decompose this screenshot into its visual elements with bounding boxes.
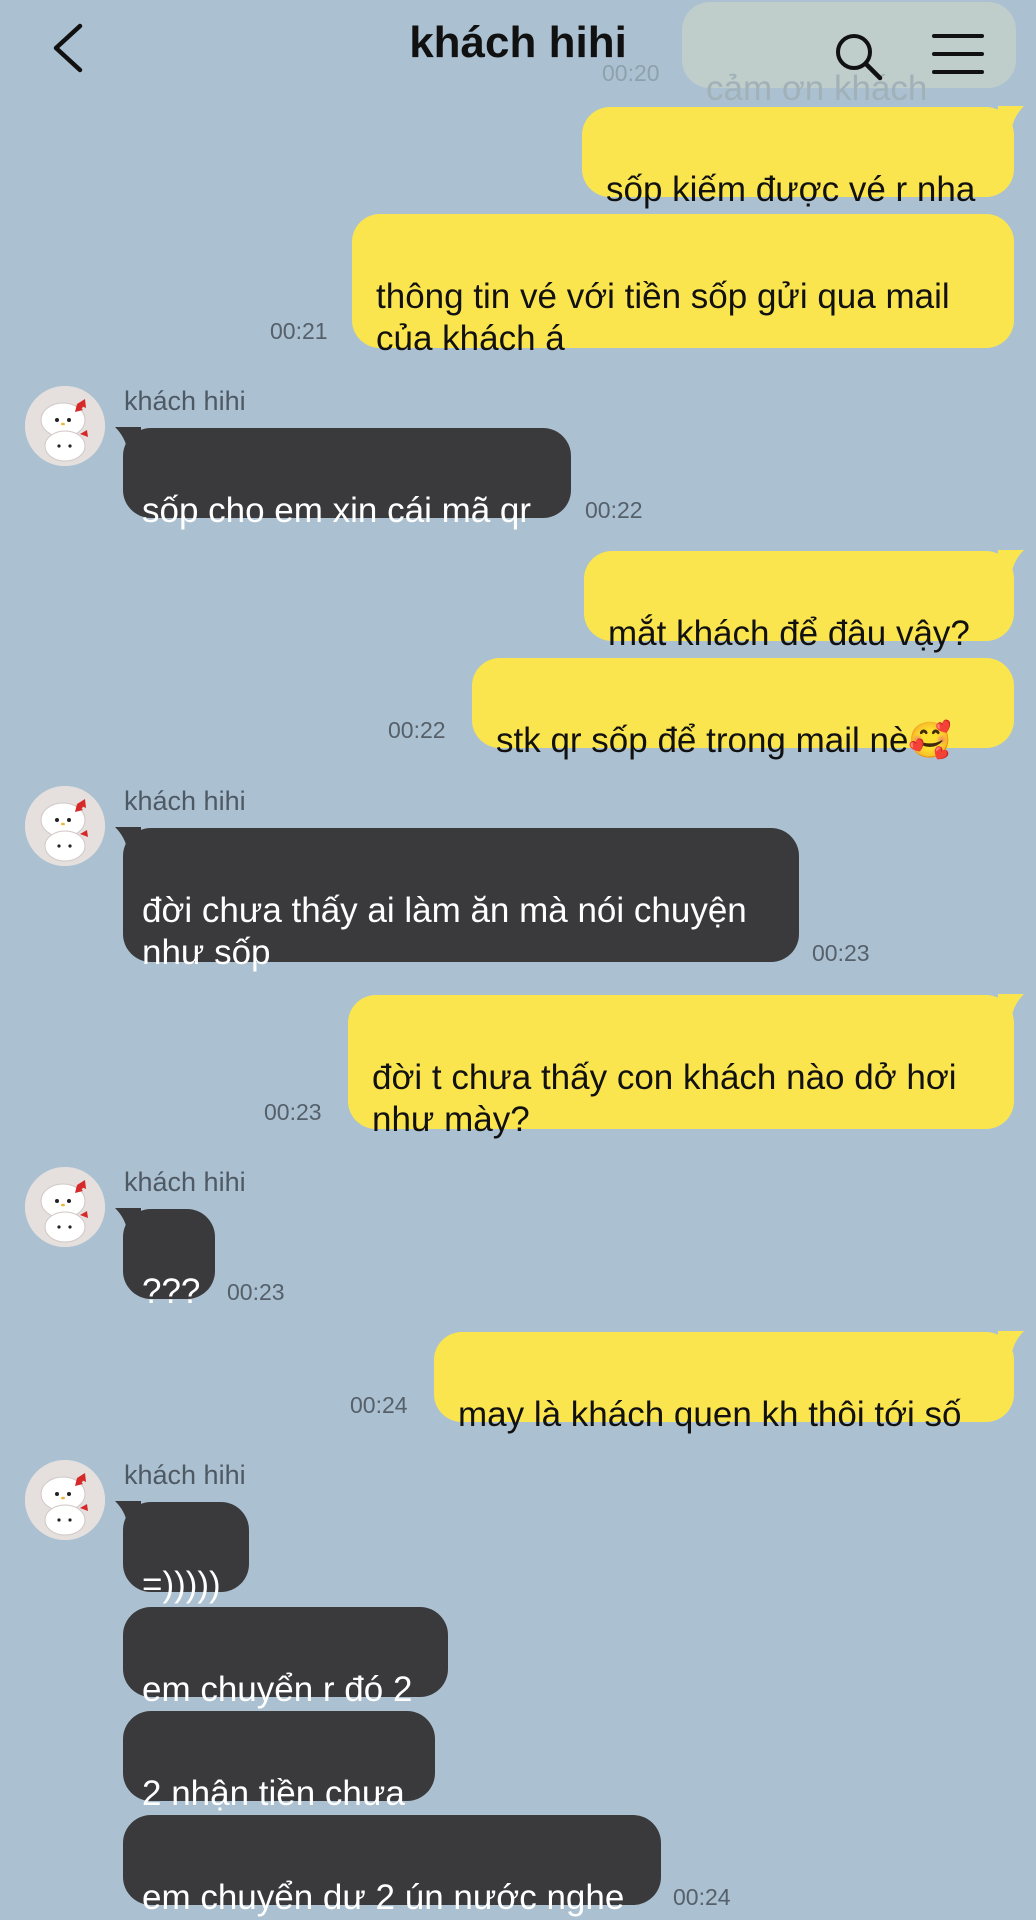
incoming-message[interactable]: em chuyển dư 2 ún nước nghe: [123, 1815, 661, 1917]
message-time: 00:23: [227, 1279, 285, 1305]
message-text: sốp cho em xin cái mã qr: [142, 491, 532, 530]
bubble-tail: [115, 1208, 141, 1230]
contact-avatar[interactable]: [25, 386, 105, 466]
hello-kitty-avatar-icon: [25, 386, 105, 466]
contact-avatar[interactable]: [25, 786, 105, 866]
message-text: sốp kiếm được vé r nha: [606, 170, 976, 209]
message-text: ???: [142, 1272, 201, 1311]
bubble-tail: [115, 1501, 141, 1523]
message-text: =))))): [142, 1565, 221, 1604]
message-time: 00:21: [270, 318, 328, 344]
message-text: stk qr sốp để trong mail nè🥰: [496, 721, 953, 760]
outgoing-message[interactable]: stk qr sốp để trong mail nè🥰: [472, 658, 1014, 760]
bubble-tail: [115, 827, 141, 849]
message-text: thông tin vé với tiền sốp gửi qua mail c…: [376, 277, 950, 358]
outgoing-message[interactable]: sốp kiếm được vé r nha: [582, 107, 1014, 209]
outgoing-message[interactable]: may là khách quen kh thôi tới số: [434, 1332, 1014, 1434]
bubble-tail: [998, 994, 1024, 1016]
hello-kitty-avatar-icon: [25, 1167, 105, 1247]
outgoing-message[interactable]: thông tin vé với tiền sốp gửi qua mail c…: [352, 214, 1014, 358]
message-time: 00:22: [388, 717, 446, 743]
incoming-message[interactable]: đời chưa thấy ai làm ăn mà nói chuyện nh…: [123, 828, 799, 972]
hello-kitty-avatar-icon: [25, 786, 105, 866]
bubble-tail: [115, 427, 141, 449]
message-text: em chuyển dư 2 ún nước nghe: [142, 1878, 625, 1917]
search-icon: [836, 34, 883, 81]
message-text: 2 nhận tiền chưa: [142, 1774, 405, 1813]
message-time: 00:24: [350, 1392, 408, 1418]
hello-kitty-avatar-icon: [25, 1460, 105, 1540]
sender-name: khách hihi: [124, 1167, 246, 1197]
message-text: đời chưa thấy ai làm ăn mà nói chuyện nh…: [142, 891, 747, 972]
contact-avatar[interactable]: [25, 1167, 105, 1247]
incoming-message[interactable]: sốp cho em xin cái mã qr: [123, 428, 571, 530]
sender-name: khách hihi: [124, 786, 246, 816]
outgoing-message[interactable]: mắt khách để đâu vậy?: [584, 551, 1014, 653]
message-time: 00:23: [812, 940, 870, 966]
hamburger-menu-icon: [932, 34, 984, 74]
bubble-tail: [998, 1331, 1024, 1353]
bubble-tail: [998, 106, 1024, 128]
outgoing-message[interactable]: đời t chưa thấy con khách nào dở hơi như…: [348, 995, 1014, 1139]
bubble-tail: [998, 550, 1024, 572]
message-time: 00:24: [673, 1884, 731, 1910]
sender-name: khách hihi: [124, 386, 246, 416]
message-text: may là khách quen kh thôi tới số: [458, 1395, 962, 1434]
message-time: 00:23: [264, 1099, 322, 1125]
message-text: đời t chưa thấy con khách nào dở hơi như…: [372, 1058, 957, 1139]
incoming-message[interactable]: =))))): [123, 1502, 249, 1604]
chat-header: khách hihi: [0, 0, 1036, 100]
incoming-message[interactable]: em chuyển r đó 2: [123, 1607, 448, 1709]
message-text: mắt khách để đâu vậy?: [608, 614, 970, 653]
menu-button[interactable]: [930, 30, 986, 80]
incoming-message[interactable]: 2 nhận tiền chưa: [123, 1711, 435, 1813]
contact-avatar[interactable]: [25, 1460, 105, 1540]
message-time: 00:22: [585, 497, 643, 523]
sender-name: khách hihi: [124, 1460, 246, 1490]
message-text: em chuyển r đó 2: [142, 1670, 413, 1709]
search-button[interactable]: [830, 24, 890, 84]
